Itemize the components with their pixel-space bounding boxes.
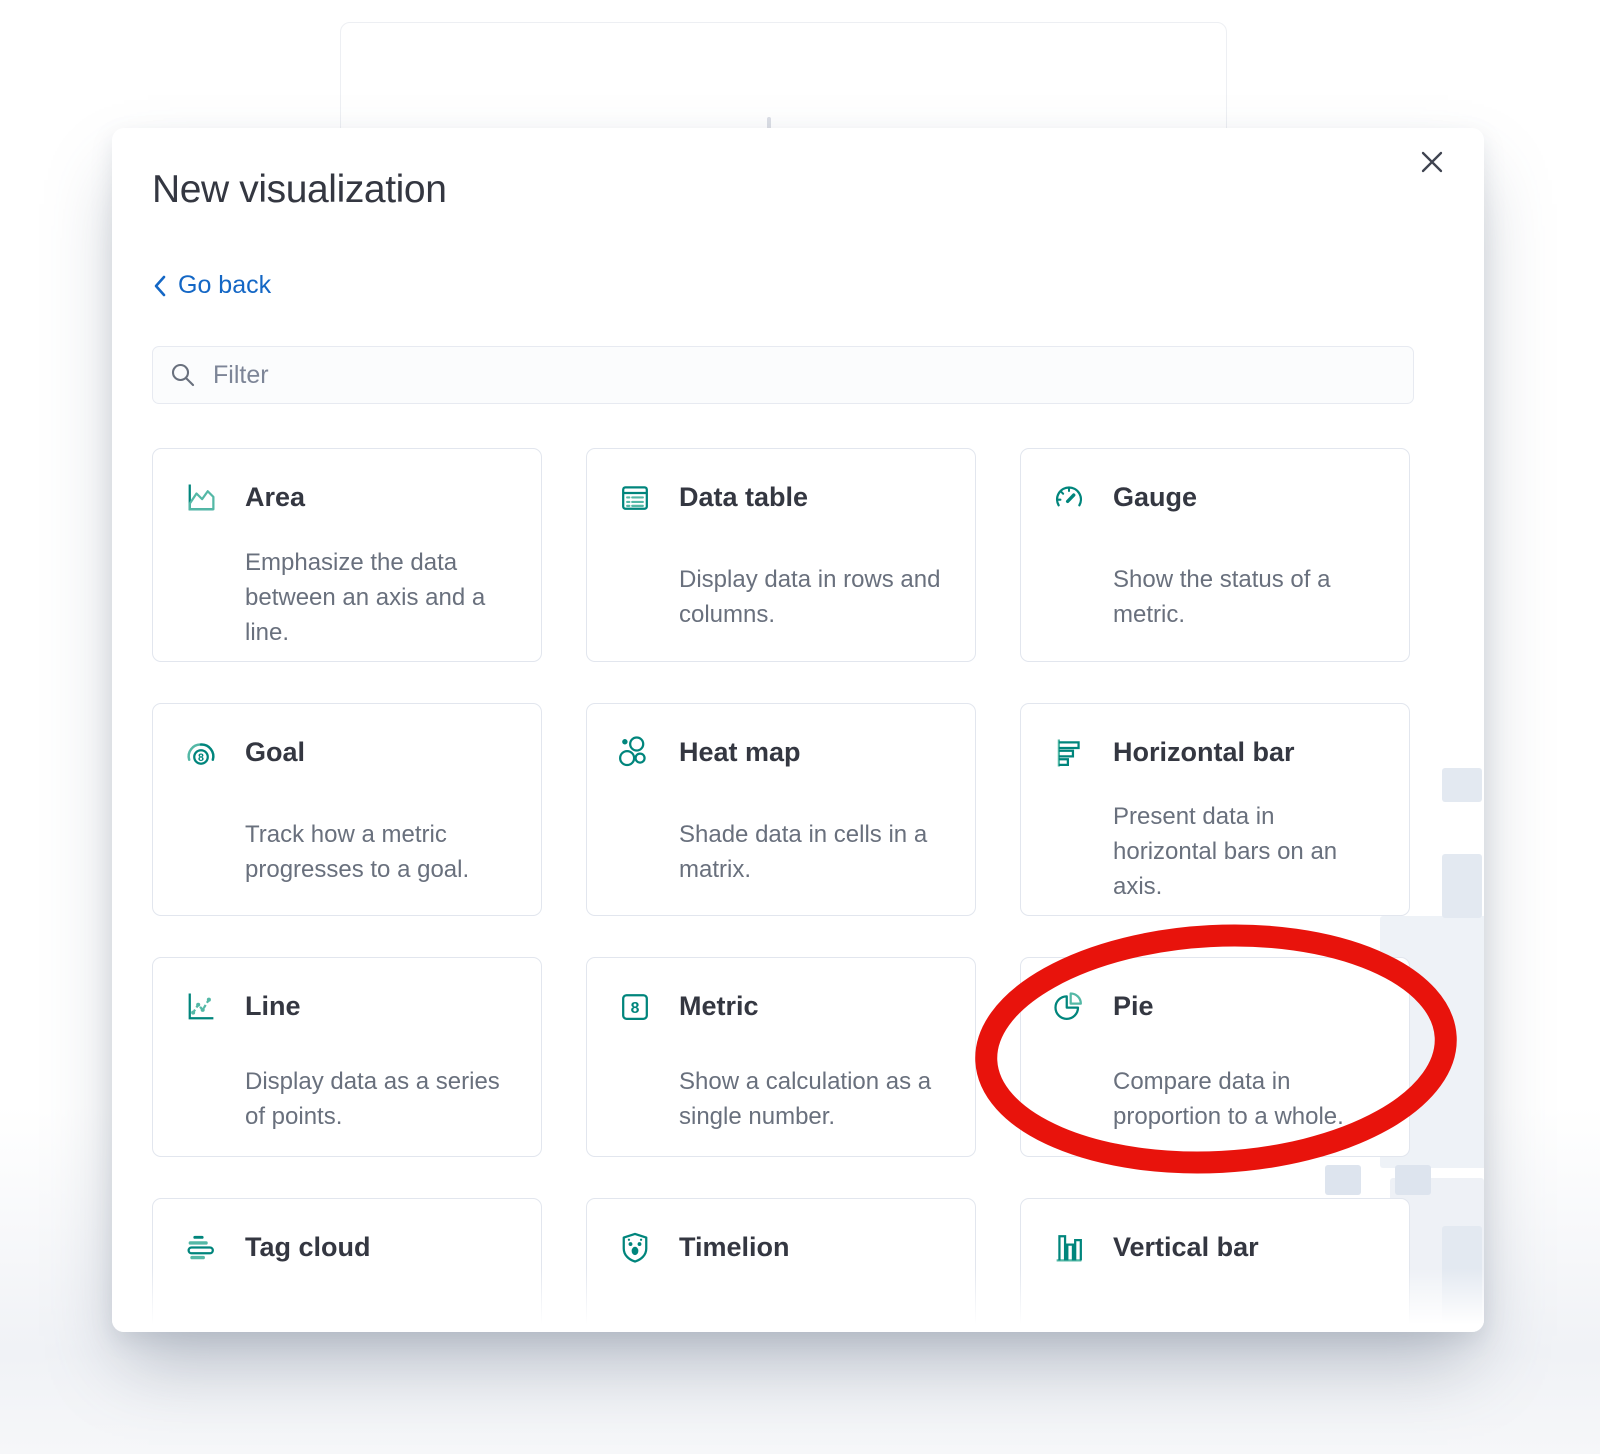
svg-text:8: 8 [631,1000,640,1017]
card-title: Heat map [679,734,949,770]
page-title: New visualization [152,168,447,212]
line-chart-icon [183,989,219,1025]
svg-text:8: 8 [198,752,204,764]
metric-icon: 8 [617,989,653,1025]
timelion-icon [617,1230,653,1266]
watermark-shape [1442,768,1482,802]
card-description: Compare data in proportion to a whole. [1113,1064,1383,1134]
tag-cloud-icon [183,1230,219,1266]
watermark-shape [1442,1226,1482,1332]
card-title: Tag cloud [245,1229,515,1265]
card-title: Metric [679,988,949,1024]
area-chart-icon [183,480,219,516]
chevron-left-icon [152,274,167,298]
card-pie[interactable]: Pie Compare data in proportion to a whol… [1020,957,1410,1157]
close-button[interactable] [1414,144,1450,180]
card-timelion[interactable]: Timelion Show time series data on a grap… [586,1198,976,1332]
horizontal-bar-icon [1051,735,1087,771]
card-title: Horizontal bar [1113,734,1383,770]
go-back-label: Go back [178,271,271,300]
go-back-link[interactable]: Go back [152,271,271,300]
card-area[interactable]: Area Emphasize the data between an axis … [152,448,542,662]
card-heat-map[interactable]: Heat map Shade data in cells in a matrix… [586,703,976,916]
card-title: Pie [1113,988,1383,1024]
card-description: Show time series data on a graph. [679,1319,949,1332]
card-title: Area [245,479,515,515]
card-description: Present data in vertical bars on an axis… [1113,1319,1383,1332]
card-description: Shade data in cells in a matrix. [679,817,949,887]
pie-chart-icon [1051,989,1087,1025]
filter-input[interactable] [211,360,1397,391]
card-title: Timelion [679,1229,949,1265]
card-title: Goal [245,734,515,770]
close-icon [1419,149,1445,175]
card-description: Display data as a series of points. [245,1064,515,1134]
new-visualization-modal: New visualization Go back Area Emphasize… [112,128,1484,1332]
card-data-table[interactable]: Data table Display data in rows and colu… [586,448,976,662]
card-description: Present data in horizontal bars on an ax… [1113,799,1383,904]
card-gauge[interactable]: Gauge Show the status of a metric. [1020,448,1410,662]
search-icon [169,361,197,389]
card-horizontal-bar[interactable]: Horizontal bar Present data in horizonta… [1020,703,1410,916]
card-title: Line [245,988,515,1024]
visualization-grid: Area Emphasize the data between an axis … [152,448,1410,1332]
card-title: Vertical bar [1113,1229,1383,1265]
card-vertical-bar[interactable]: Vertical bar Present data in vertical ba… [1020,1198,1410,1332]
data-table-icon [617,480,653,516]
card-tag-cloud[interactable]: Tag cloud Display word frequency with fo… [152,1198,542,1332]
card-description: Display data in rows and columns. [679,562,949,632]
gauge-icon [1051,480,1087,516]
watermark-shape [1442,854,1482,918]
filter-search-box [152,346,1414,404]
card-description: Display word frequency with font size. [245,1319,515,1332]
vertical-bar-icon [1051,1230,1087,1266]
card-description: Show the status of a metric. [1113,562,1383,632]
card-description: Emphasize the data between an axis and a… [245,545,515,650]
card-line[interactable]: Line Display data as a series of points. [152,957,542,1157]
heat-map-icon [617,735,653,771]
card-title: Gauge [1113,479,1383,515]
card-goal[interactable]: 8 Goal Track how a metric progresses to … [152,703,542,916]
card-description: Track how a metric progresses to a goal. [245,817,515,887]
card-description: Show a calculation as a single number. [679,1064,949,1134]
goal-icon: 8 [183,735,219,771]
card-title: Data table [679,479,949,515]
card-metric[interactable]: 8 Metric Show a calculation as a single … [586,957,976,1157]
